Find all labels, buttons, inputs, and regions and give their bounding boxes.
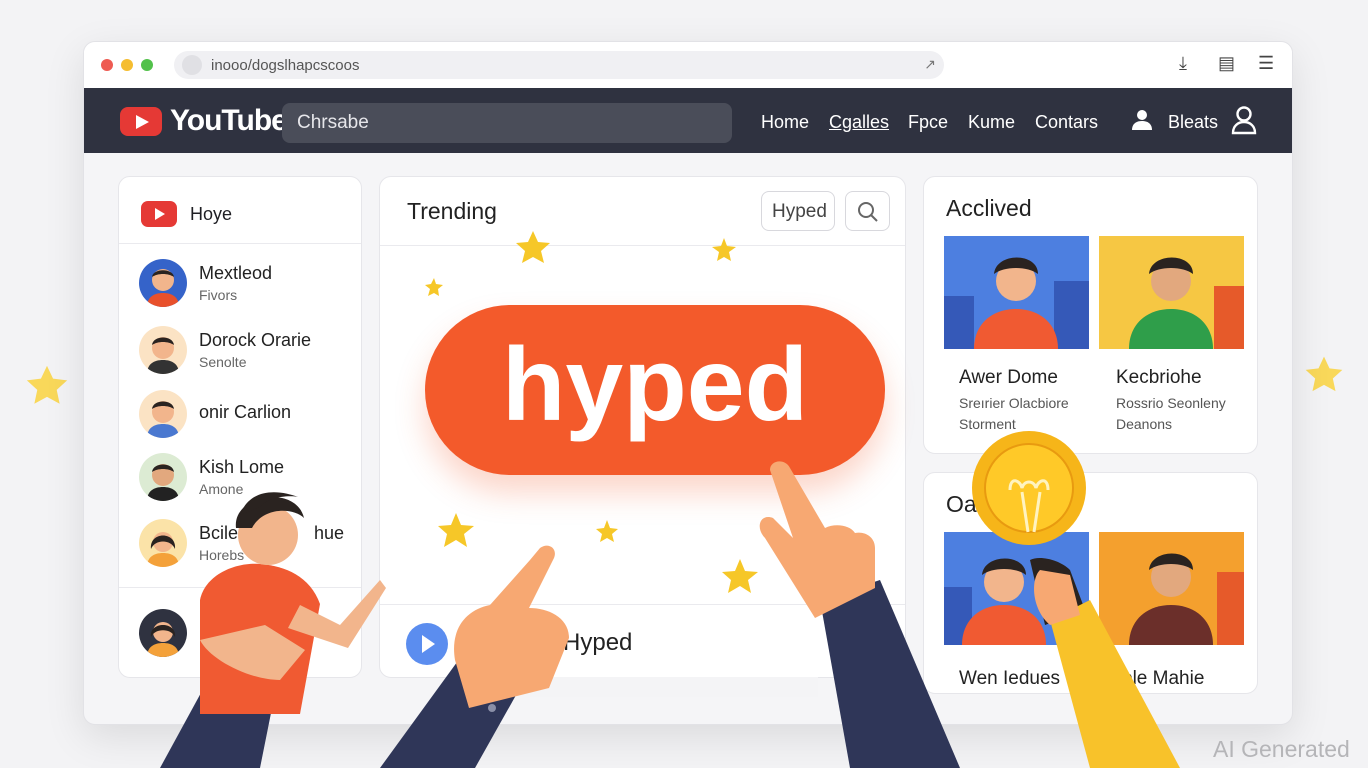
- channel-name-suffix: hue: [314, 523, 345, 543]
- trending-title: Trending: [407, 198, 497, 224]
- nav-home[interactable]: Home: [761, 112, 809, 133]
- account-icon[interactable]: [1230, 105, 1258, 135]
- nav-kume[interactable]: Kume: [968, 112, 1015, 133]
- channel-name: Dorock Orarie: [199, 330, 312, 350]
- star-icon: [26, 365, 68, 404]
- panel-title: Oa: [946, 491, 977, 517]
- nav-cgalles[interactable]: Cgalles: [829, 112, 889, 133]
- video-subtitle: Storment: [959, 416, 1016, 432]
- archived-panel: Acclived Awer Dome Sreırier Olacbiore St…: [923, 176, 1258, 454]
- minimize-window-button[interactable]: [121, 59, 133, 71]
- star-icon: [1305, 356, 1343, 392]
- address-url: inooo/dogslhapcscoos: [211, 57, 360, 74]
- video-thumbnail[interactable]: [944, 532, 1089, 645]
- sidebar-item[interactable]: Kish Lome Amone: [139, 453, 359, 505]
- recommended-panel: Oa Wen Iedues ole Mahie: [923, 472, 1258, 694]
- channel-name: onir Carlion: [199, 402, 292, 422]
- video-subtitle: Deanons: [1116, 416, 1173, 432]
- channel-subtitle: Amone: [199, 481, 244, 497]
- divider: [119, 243, 361, 244]
- sidebar-item[interactable]: onir Carlion: [139, 390, 359, 442]
- maximize-window-button[interactable]: [141, 59, 153, 71]
- logo-text[interactable]: YouTube: [170, 104, 288, 138]
- hyped-button[interactable]: hyped: [425, 305, 885, 475]
- tab-icon[interactable]: ▤: [1218, 53, 1235, 74]
- hyped-chip[interactable]: Hyped: [761, 191, 835, 231]
- lock-icon: [182, 55, 202, 75]
- avatar: [139, 519, 187, 567]
- youtube-logo-icon[interactable]: [120, 107, 162, 136]
- youtube-icon: [141, 201, 177, 227]
- sidebar-item[interactable]: Bcile hue Horebs: [139, 519, 359, 571]
- user-label[interactable]: Bleats: [1168, 112, 1218, 133]
- video-subtitle: Sreırier Olacbiore: [959, 395, 1069, 411]
- site-header: YouTube Chrsabe Home Cgalles Fpce Kume C…: [84, 88, 1292, 153]
- play-button[interactable]: [406, 623, 448, 665]
- video-subtitle: Rossrio Seonleny: [1116, 395, 1226, 411]
- sidebar-item[interactable]: Mextleod Fivors: [139, 259, 359, 311]
- avatar: [139, 326, 187, 374]
- channel-subtitle: Fivors: [199, 287, 238, 303]
- search-input[interactable]: Chrsabe: [282, 103, 732, 143]
- channel-subtitle: Senolte: [199, 354, 247, 370]
- nav-fpce[interactable]: Fpce: [908, 112, 948, 133]
- avatar: [139, 609, 187, 657]
- sidebar-item[interactable]: Dorock Orarie Senolte: [139, 326, 359, 378]
- subscriptions-sidebar: Hoye Mextleod Fivors Dorock Orarie Senol…: [118, 176, 362, 678]
- divider: [380, 245, 905, 246]
- channel-name: Bcile: [199, 523, 239, 543]
- video-thumbnail[interactable]: [944, 236, 1089, 349]
- video-thumbnail[interactable]: [1099, 532, 1244, 645]
- avatar: [139, 390, 187, 438]
- avatar: [139, 453, 187, 501]
- video-title[interactable]: n Hyped: [543, 629, 632, 657]
- browser-window: inooo/dogslhapcscoos ↗ ⤓ ▤ ☰ YouTube Chr…: [83, 41, 1293, 725]
- sidebar-item[interactable]: [139, 609, 359, 661]
- progress-track: [530, 677, 818, 697]
- user-icon[interactable]: [1130, 108, 1154, 132]
- divider: [119, 587, 361, 588]
- divider: [380, 604, 905, 605]
- extension-icon[interactable]: ↗: [924, 56, 936, 73]
- channel-name: Kish Lome: [199, 457, 285, 477]
- trending-panel: Trending Hyped hyped n Hyped: [379, 176, 906, 697]
- video-title[interactable]: Kecbriohe: [1116, 367, 1202, 389]
- video-title[interactable]: Awer Dome: [959, 367, 1058, 389]
- menu-icon[interactable]: ☰: [1258, 53, 1274, 74]
- search-button[interactable]: [845, 191, 890, 231]
- avatar: [139, 259, 187, 307]
- search-icon: [858, 202, 878, 222]
- channel-name: Mextleod: [199, 263, 273, 283]
- channel-subtitle: Horebs: [199, 547, 245, 563]
- video-title[interactable]: Wen Iedues: [959, 668, 1060, 690]
- watermark: AI Generated: [1213, 736, 1350, 762]
- close-window-button[interactable]: [101, 59, 113, 71]
- sidebar-title: Hoye: [190, 204, 233, 224]
- browser-toolbar: inooo/dogslhapcscoos ↗ ⤓ ▤ ☰: [84, 42, 1292, 88]
- video-thumbnail[interactable]: [1099, 236, 1244, 349]
- archived-title: Acclived: [946, 195, 1032, 221]
- video-title[interactable]: ole Mahie: [1122, 668, 1204, 690]
- download-icon[interactable]: ⤓: [1179, 53, 1187, 74]
- address-bar[interactable]: inooo/dogslhapcscoos ↗: [174, 51, 944, 79]
- nav-contars[interactable]: Contars: [1035, 112, 1098, 133]
